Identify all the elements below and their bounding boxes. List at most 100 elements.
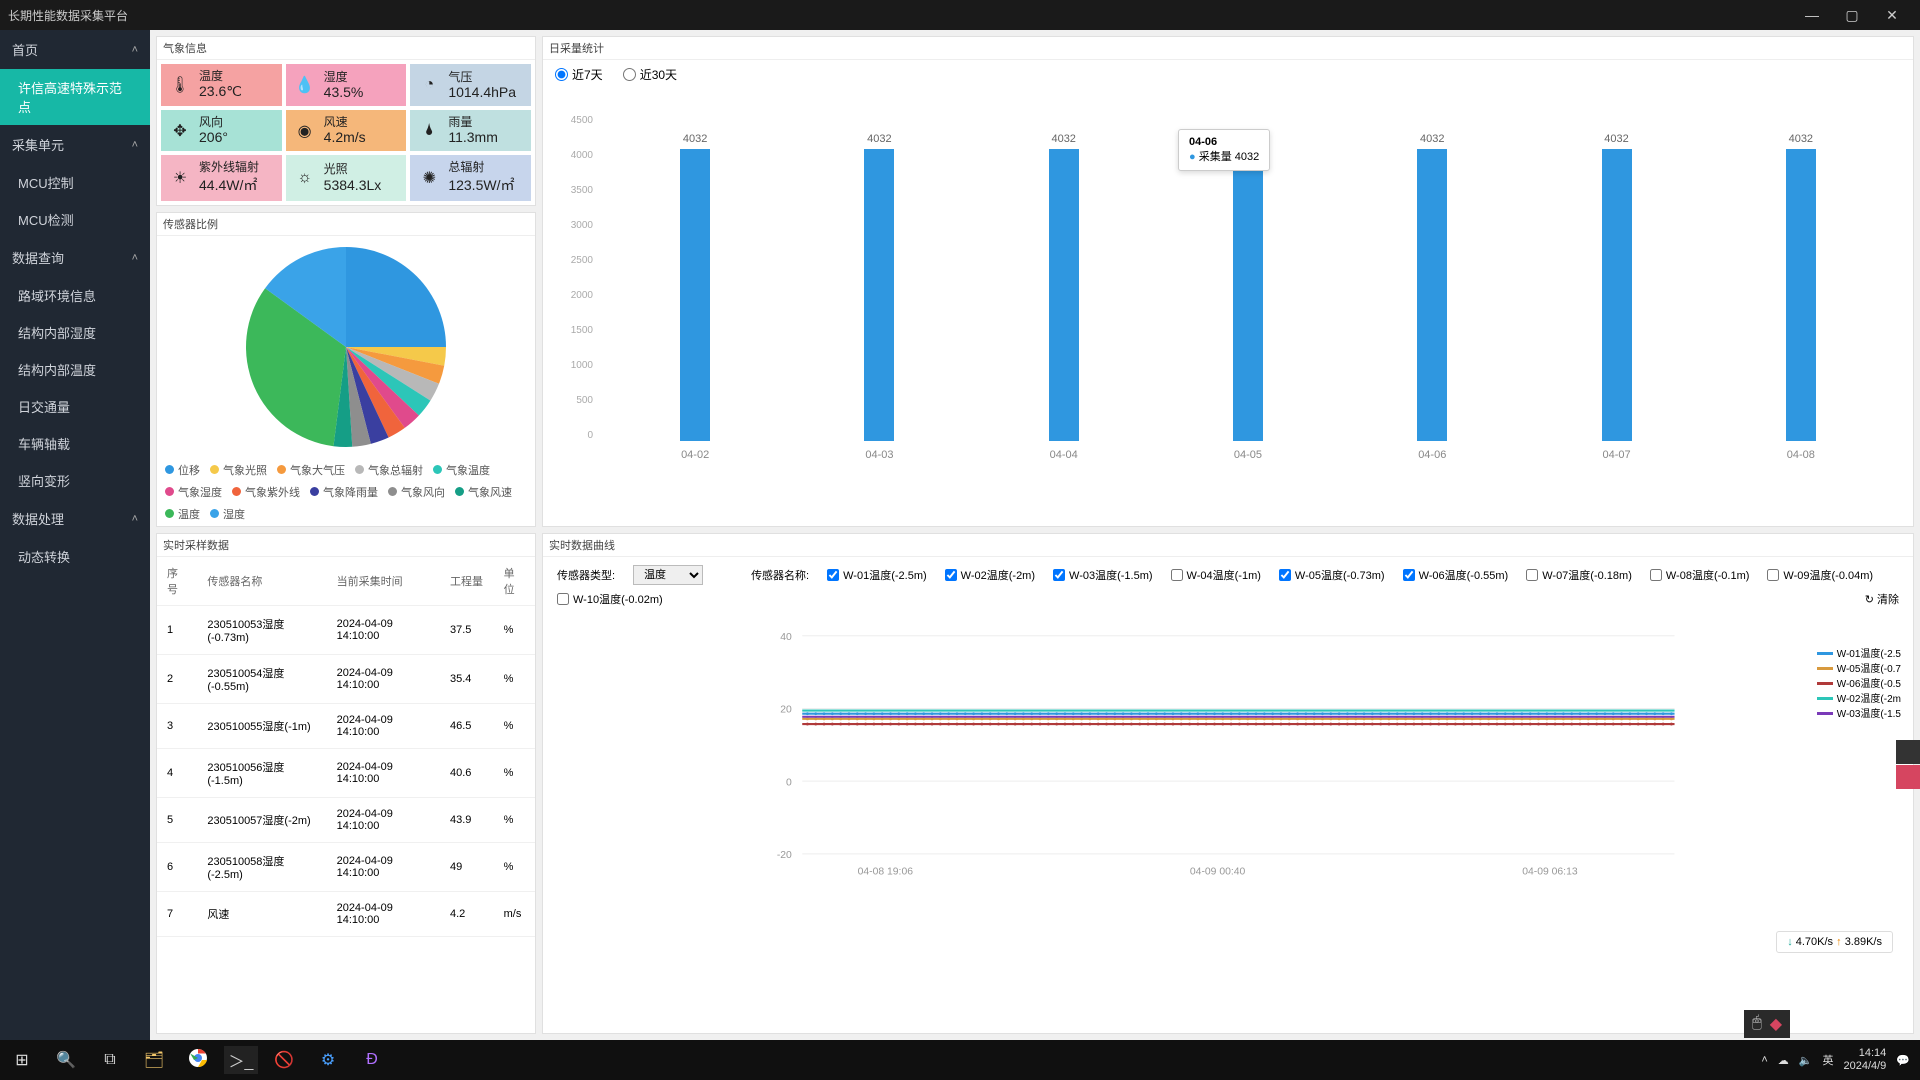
mini-tray[interactable]: 🖱◆ bbox=[1744, 1010, 1790, 1038]
settings-icon[interactable]: ⚙ bbox=[306, 1050, 350, 1070]
svg-text:-20: -20 bbox=[777, 850, 792, 861]
sensor-checkbox[interactable]: W-07温度(-0.18m) bbox=[1526, 567, 1632, 583]
legend-item[interactable]: 湿度 bbox=[210, 506, 245, 522]
tray-ime[interactable]: 英 bbox=[1822, 1052, 1833, 1068]
bar[interactable]: 403204-05 bbox=[1233, 149, 1263, 441]
sidebar-group[interactable]: 首页˄ bbox=[0, 30, 150, 69]
table-row[interactable]: 2230510054湿度(-0.55m)2024-04-09 14:10:003… bbox=[157, 654, 535, 703]
chrome-icon[interactable] bbox=[176, 1048, 220, 1073]
weather-card: ◉风速4.2m/s bbox=[286, 110, 407, 151]
table-row[interactable]: 7风速2024-04-09 14:10:004.2m/s bbox=[157, 891, 535, 936]
clear-button[interactable]: ↻ 清除 bbox=[1865, 591, 1899, 607]
sidebar-item[interactable]: 竖向变形 bbox=[0, 462, 150, 499]
table-row[interactable]: 8风向2024-04-09 14:10:00206° bbox=[157, 936, 535, 937]
weather-card: ✺总辐射123.5W/㎡ bbox=[410, 155, 531, 200]
table-row[interactable]: 4230510056湿度(-1.5m)2024-04-09 14:10:0040… bbox=[157, 748, 535, 797]
range-radio[interactable]: 近7天 bbox=[555, 66, 603, 83]
sensor-checkbox[interactable]: W-06温度(-0.55m) bbox=[1403, 567, 1509, 583]
sensor-checkbox[interactable]: W-03温度(-1.5m) bbox=[1053, 567, 1153, 583]
close-button[interactable]: ✕ bbox=[1872, 7, 1912, 24]
curve-legend-item[interactable]: W-02温度(-2m bbox=[1817, 690, 1901, 705]
table-row[interactable]: 6230510058湿度(-2.5m)2024-04-09 14:10:0049… bbox=[157, 842, 535, 891]
legend-item[interactable]: 气象总辐射 bbox=[355, 462, 423, 478]
sidebar-item[interactable]: 路域环境信息 bbox=[0, 277, 150, 314]
legend-item[interactable]: 气象紫外线 bbox=[232, 484, 300, 500]
legend-item[interactable]: 气象大气压 bbox=[277, 462, 345, 478]
table-header: 序号 bbox=[157, 557, 197, 606]
search-icon[interactable]: 🔍 bbox=[44, 1050, 88, 1070]
weather-icon: 💧 bbox=[294, 74, 316, 96]
svg-text:0: 0 bbox=[786, 777, 792, 788]
sensor-type-select[interactable]: 温度 bbox=[633, 565, 703, 585]
curve-legend-item[interactable]: W-05温度(-0.7 bbox=[1817, 660, 1901, 675]
sensor-checkbox[interactable]: W-09温度(-0.04m) bbox=[1767, 567, 1873, 583]
table-title: 实时采样数据 bbox=[157, 534, 535, 557]
sensor-pie-chart bbox=[241, 242, 451, 452]
weather-icon: ☼ bbox=[294, 167, 316, 189]
bar[interactable]: 403204-07 bbox=[1602, 149, 1632, 441]
pie-panel: 传感器比例 位移气象光照气象大气压气象总辐射气象温度气象湿度气象紫外线气象降雨量… bbox=[156, 212, 536, 527]
app-icon-2[interactable]: Ð bbox=[350, 1051, 394, 1069]
sidebar-group[interactable]: 采集单元˄ bbox=[0, 125, 150, 164]
terminal-icon[interactable]: ＞_ bbox=[224, 1046, 258, 1074]
taskview-icon[interactable]: ⧉ bbox=[88, 1051, 132, 1069]
minimize-button[interactable]: — bbox=[1792, 7, 1832, 23]
table-header: 当前采集时间 bbox=[327, 557, 440, 606]
curve-legend-item[interactable]: W-03温度(-1.5 bbox=[1817, 705, 1901, 720]
side-tabs[interactable] bbox=[1896, 740, 1920, 790]
sidebar-item[interactable]: MCU控制 bbox=[0, 164, 150, 201]
svg-text:04-08 19:06: 04-08 19:06 bbox=[858, 866, 914, 877]
table-row[interactable]: 3230510055湿度(-1m)2024-04-09 14:10:0046.5… bbox=[157, 703, 535, 748]
sidebar-group[interactable]: 数据查询˄ bbox=[0, 238, 150, 277]
sidebar-item[interactable]: 结构内部湿度 bbox=[0, 314, 150, 351]
range-radio[interactable]: 近30天 bbox=[623, 66, 677, 83]
app-title: 长期性能数据采集平台 bbox=[8, 7, 128, 24]
maximize-button[interactable]: ▢ bbox=[1832, 7, 1872, 24]
sidebar-item[interactable]: 动态转换 bbox=[0, 538, 150, 575]
sidebar-item[interactable]: 结构内部温度 bbox=[0, 351, 150, 388]
legend-item[interactable]: 气象降雨量 bbox=[310, 484, 378, 500]
legend-item[interactable]: 位移 bbox=[165, 462, 200, 478]
start-button[interactable]: ⊞ bbox=[0, 1050, 44, 1070]
curve-chart: -200204004-08 19:0604-09 00:4004-09 06:1… bbox=[557, 615, 1899, 885]
sensor-checkbox[interactable]: W-05温度(-0.73m) bbox=[1279, 567, 1385, 583]
bar[interactable]: 403204-08 bbox=[1786, 149, 1816, 441]
sensor-checkbox[interactable]: W-10温度(-0.02m) bbox=[557, 591, 663, 607]
notifications-icon[interactable]: 💬 bbox=[1896, 1054, 1910, 1067]
sidebar-group[interactable]: 数据处理˄ bbox=[0, 499, 150, 538]
app-icon-1[interactable]: 🚫 bbox=[262, 1050, 306, 1070]
sensor-name-label: 传感器名称: bbox=[751, 567, 809, 583]
bar[interactable]: 403204-02 bbox=[680, 149, 710, 441]
sensor-checkbox[interactable]: W-04温度(-1m) bbox=[1171, 567, 1261, 583]
bar[interactable]: 403204-06 bbox=[1417, 149, 1447, 441]
sidebar: 首页˄许信高速特殊示范点采集单元˄MCU控制MCU检测数据查询˄路域环境信息结构… bbox=[0, 30, 150, 1040]
sidebar-item[interactable]: 日交通量 bbox=[0, 388, 150, 425]
explorer-icon[interactable]: 🗂 bbox=[132, 1050, 176, 1070]
legend-item[interactable]: 气象风速 bbox=[455, 484, 512, 500]
curve-legend-item[interactable]: W-06温度(-0.5 bbox=[1817, 675, 1901, 690]
sensor-checkbox[interactable]: W-02温度(-2m) bbox=[945, 567, 1035, 583]
sensor-checkbox[interactable]: W-01温度(-2.5m) bbox=[827, 567, 927, 583]
taskbar-clock[interactable]: 14:14 2024/4/9 bbox=[1843, 1047, 1886, 1073]
legend-item[interactable]: 气象湿度 bbox=[165, 484, 222, 500]
sensor-checkbox[interactable]: W-08温度(-0.1m) bbox=[1650, 567, 1750, 583]
table-row[interactable]: 5230510057湿度(-2m)2024-04-09 14:10:0043.9… bbox=[157, 797, 535, 842]
bar[interactable]: 403204-03 bbox=[864, 149, 894, 441]
weather-icon: ◔ bbox=[418, 74, 440, 96]
sidebar-item[interactable]: MCU检测 bbox=[0, 201, 150, 238]
legend-item[interactable]: 气象温度 bbox=[433, 462, 490, 478]
tray-volume-icon[interactable]: 🔈 bbox=[1799, 1054, 1813, 1067]
legend-item[interactable]: 气象风向 bbox=[388, 484, 445, 500]
window-titlebar: 长期性能数据采集平台 — ▢ ✕ bbox=[0, 0, 1920, 30]
svg-text:40: 40 bbox=[780, 631, 792, 642]
legend-item[interactable]: 气象光照 bbox=[210, 462, 267, 478]
curve-legend-item[interactable]: W-01温度(-2.5 bbox=[1817, 645, 1901, 660]
tray-expand-icon[interactable]: ˄ bbox=[1761, 1054, 1767, 1066]
bar[interactable]: 403204-04 bbox=[1049, 149, 1079, 441]
legend-item[interactable]: 温度 bbox=[165, 506, 200, 522]
sidebar-item[interactable]: 车辆轴载 bbox=[0, 425, 150, 462]
table-row[interactable]: 1230510053湿度(-0.73m)2024-04-09 14:10:003… bbox=[157, 605, 535, 654]
table-header: 工程量 bbox=[440, 557, 494, 606]
sidebar-item[interactable]: 许信高速特殊示范点 bbox=[0, 69, 150, 125]
tray-cloud-icon[interactable]: ☁ bbox=[1778, 1054, 1789, 1067]
